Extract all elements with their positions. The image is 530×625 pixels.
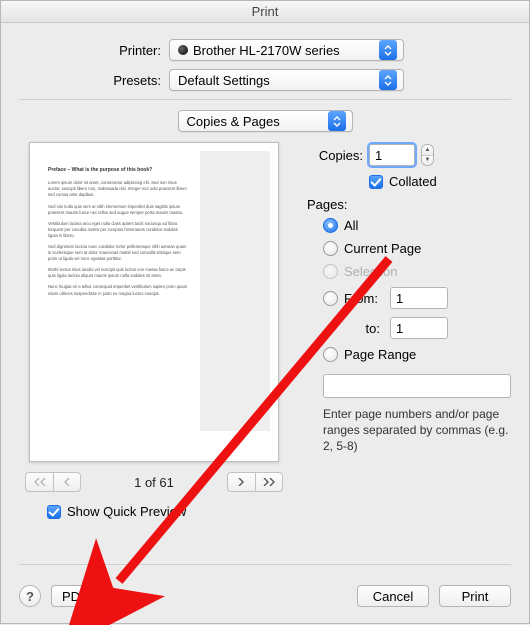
- updown-icon: [379, 40, 397, 60]
- pages-from-input[interactable]: [390, 287, 448, 309]
- presets-value: Default Settings: [178, 73, 373, 88]
- first-page-button[interactable]: [25, 472, 53, 492]
- show-quick-preview-checkbox[interactable]: [47, 505, 61, 519]
- presets-dropdown[interactable]: Default Settings: [169, 69, 404, 91]
- pdf-dropdown-button[interactable]: PDF: [51, 585, 114, 607]
- print-button[interactable]: Print: [439, 585, 511, 607]
- pages-current-label: Current Page: [344, 241, 421, 256]
- pages-range-hint: Enter page numbers and/or page ranges se…: [323, 406, 511, 455]
- pages-to-label: to:: [344, 321, 384, 336]
- pages-selection-radio: [323, 264, 338, 279]
- pages-selection-label: Selection: [344, 264, 397, 279]
- pages-range-radio[interactable]: [323, 347, 338, 362]
- printer-label: Printer:: [19, 43, 169, 58]
- section-value: Copies & Pages: [187, 114, 322, 129]
- pages-to-input[interactable]: [390, 317, 448, 339]
- chevron-down-icon: [96, 586, 113, 606]
- pager-back-group[interactable]: [25, 472, 81, 492]
- next-page-button[interactable]: [227, 472, 255, 492]
- page-indicator: 1 of 61: [134, 475, 174, 490]
- chevron-down-icon: ▼: [422, 156, 433, 166]
- pages-from-radio[interactable]: [323, 291, 338, 306]
- pager-forward-group[interactable]: [227, 472, 283, 492]
- window-title: Print: [1, 1, 529, 23]
- copies-input[interactable]: [369, 144, 415, 166]
- pages-range-label: Page Range: [344, 347, 416, 362]
- updown-icon: [379, 70, 397, 90]
- section-dropdown[interactable]: Copies & Pages: [178, 110, 353, 132]
- pages-label: Pages:: [307, 197, 511, 212]
- divider: [19, 99, 511, 100]
- pages-range-input[interactable]: [323, 374, 511, 398]
- updown-icon: [328, 111, 346, 131]
- printer-status-icon: [178, 45, 188, 55]
- prev-page-button[interactable]: [53, 472, 81, 492]
- pages-all-radio[interactable]: [323, 218, 338, 233]
- help-button[interactable]: ?: [19, 585, 41, 607]
- copies-label: Copies:: [307, 148, 369, 163]
- last-page-button[interactable]: [255, 472, 283, 492]
- collated-checkbox[interactable]: [369, 175, 383, 189]
- show-quick-preview-label: Show Quick Preview: [67, 504, 186, 519]
- presets-label: Presets:: [19, 73, 169, 88]
- cancel-button[interactable]: Cancel: [357, 585, 429, 607]
- page-preview: Preface – What is the purpose of this bo…: [29, 142, 279, 462]
- collated-label: Collated: [389, 174, 437, 189]
- copies-stepper[interactable]: ▲ ▼: [421, 144, 434, 166]
- pages-current-radio[interactable]: [323, 241, 338, 256]
- pages-from-label: From:: [344, 291, 384, 306]
- divider: [19, 564, 511, 565]
- printer-value: Brother HL-2170W series: [193, 43, 373, 58]
- printer-dropdown[interactable]: Brother HL-2170W series: [169, 39, 404, 61]
- pdf-button-label: PDF: [62, 589, 88, 604]
- pages-all-label: All: [344, 218, 358, 233]
- chevron-up-icon: ▲: [422, 145, 433, 156]
